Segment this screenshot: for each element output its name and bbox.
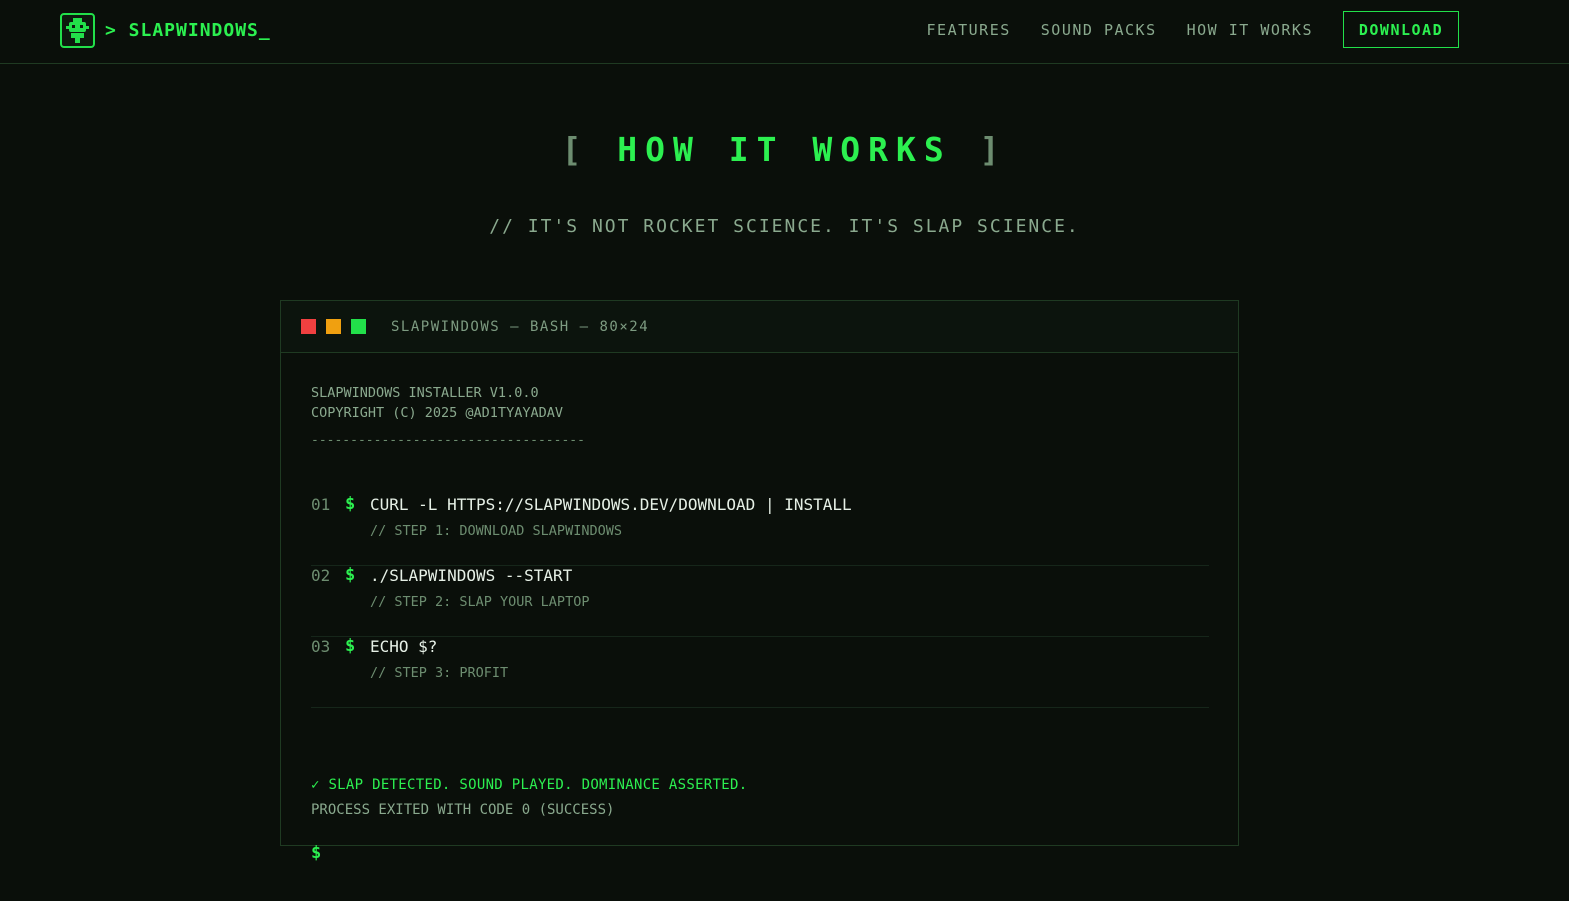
close-dot-icon (301, 319, 316, 334)
terminal-title-bar: SLAPWINDOWS — BASH — 80×24 (281, 301, 1238, 353)
download-button[interactable]: DOWNLOAD (1343, 11, 1459, 48)
terminal-title: SLAPWINDOWS — BASH — 80×24 (391, 318, 650, 335)
terminal-window: SLAPWINDOWS — BASH — 80×24 SLAPWINDOWS I… (280, 300, 1239, 863)
final-prompt: $ (311, 843, 322, 863)
step-command: ./SLAPWINDOWS --START (370, 566, 573, 585)
section-subtitle: // IT'S NOT ROCKET SCIENCE. IT'S SLAP SC… (489, 216, 1080, 237)
step-comment: // STEP 2: SLAP YOUR LAPTOP (370, 594, 590, 610)
step-command: CURL -L HTTPS://SLAPWINDOWS.DEV/DOWNLOAD… (370, 495, 852, 514)
step-comment: // STEP 3: PROFIT (370, 665, 509, 681)
step-row: 02 $ ./SLAPWINDOWS --START // STEP 2: SL… (311, 565, 1209, 637)
step-command: ECHO $? (370, 637, 438, 656)
title-bracket-close: ] (979, 130, 1008, 169)
section-title: [ HOW IT WORKS ] (0, 130, 1569, 169)
installer-meta: SLAPWINDOWS INSTALLER V1.0.0 COPYRIGHT (… (311, 383, 563, 423)
minimize-dot-icon (326, 319, 341, 334)
nav-link-features[interactable]: FEATURES (927, 21, 1011, 39)
ascii-divider: ----------------------------------- (311, 433, 585, 448)
installer-version: SLAPWINDOWS INSTALLER V1.0.0 (311, 385, 539, 401)
brand-home-link[interactable]: > SLAPWINDOWS_ (60, 12, 271, 48)
copyright-line: COPYRIGHT (C) 2025 @AD1TYAYADAV (311, 405, 563, 421)
robot-face-icon (60, 12, 95, 48)
prompt-symbol: $ (345, 494, 356, 514)
exit-status: PROCESS EXITED WITH CODE 0 (SUCCESS) (311, 802, 615, 818)
prompt-symbol: $ (345, 565, 356, 585)
title-text: HOW IT WORKS (617, 130, 952, 169)
step-row: 01 $ CURL -L HTTPS://SLAPWINDOWS.DEV/DOW… (311, 494, 1209, 566)
step-number: 01 (311, 495, 331, 514)
step-number: 03 (311, 637, 331, 656)
nav-link-sound-packs[interactable]: SOUND PACKS (1041, 21, 1157, 39)
success-message: ✓ SLAP DETECTED. SOUND PLAYED. DOMINANCE… (311, 777, 748, 793)
title-bracket-open: [ (561, 130, 590, 169)
maximize-dot-icon (351, 319, 366, 334)
prompt-symbol: $ (345, 636, 356, 656)
step-number: 02 (311, 566, 331, 585)
nav-link-how-it-works[interactable]: HOW IT WORKS (1187, 21, 1313, 39)
brand-name: > SLAPWINDOWS_ (105, 19, 271, 41)
top-nav: > SLAPWINDOWS_ FEATURES SOUND PACKS HOW … (0, 0, 1569, 64)
nav-links: FEATURES SOUND PACKS HOW IT WORKS DOWNLO… (927, 11, 1459, 48)
step-comment: // STEP 1: DOWNLOAD SLAPWINDOWS (370, 523, 622, 539)
step-row: 03 $ ECHO $? // STEP 3: PROFIT (311, 636, 1209, 708)
